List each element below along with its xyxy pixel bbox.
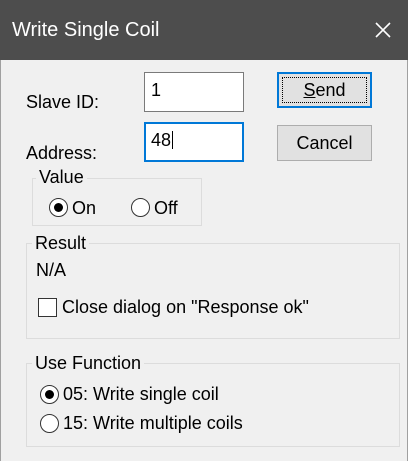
slave-id-value: 1 xyxy=(151,80,162,100)
result-group-title: Result xyxy=(32,232,90,254)
value-off-radio[interactable] xyxy=(131,198,150,217)
close-on-ok-checkbox[interactable] xyxy=(38,298,57,317)
function-05-label: 05: Write single coil xyxy=(63,384,219,404)
title-bar: Write Single Coil xyxy=(0,0,408,60)
window-title: Write Single Coil xyxy=(12,19,160,41)
function-05-radio[interactable] xyxy=(40,385,59,404)
function-15-radio[interactable] xyxy=(40,414,59,433)
value-group-title: Value xyxy=(36,166,87,188)
slave-id-input[interactable]: 1 xyxy=(144,72,244,112)
function-15-label: 15: Write multiple coils xyxy=(63,413,243,433)
function-groupbox xyxy=(26,363,400,447)
text-caret xyxy=(172,131,174,149)
address-value: 48 xyxy=(151,130,172,150)
address-input[interactable]: 48 xyxy=(144,122,244,162)
value-on-radio[interactable] xyxy=(49,198,68,217)
send-button[interactable]: Send xyxy=(277,72,372,108)
result-status: N/A xyxy=(36,260,67,280)
cancel-button[interactable]: Cancel xyxy=(277,125,372,161)
function-group-title: Use Function xyxy=(32,352,145,374)
address-label: Address: xyxy=(26,143,98,163)
send-focus-ring xyxy=(282,77,367,103)
cancel-label: Cancel xyxy=(296,133,353,153)
value-on-label: On xyxy=(72,198,97,218)
close-button[interactable] xyxy=(358,0,408,60)
value-off-label: Off xyxy=(154,198,178,218)
close-on-ok-label: Close dialog on "Response ok" xyxy=(62,297,309,317)
result-groupbox xyxy=(26,243,400,339)
close-icon xyxy=(375,22,391,38)
window-border-left xyxy=(0,60,1,461)
slave-id-label: Slave ID: xyxy=(26,92,100,112)
